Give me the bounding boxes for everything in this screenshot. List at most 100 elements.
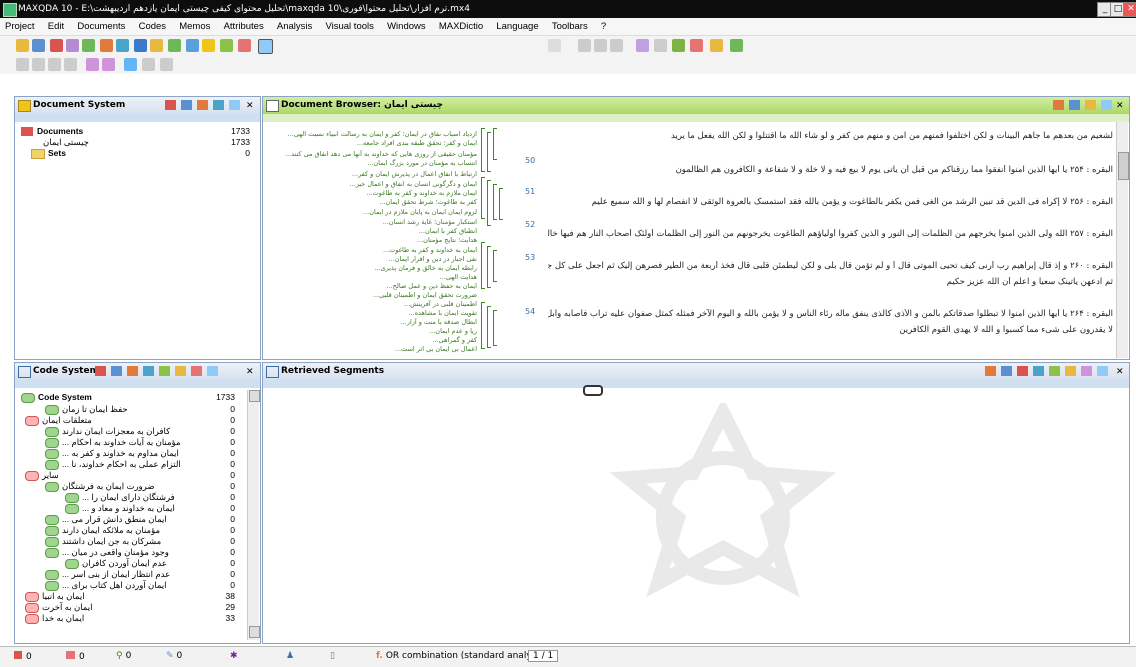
code-label[interactable]: اعمال بی ایمان بی اثر است... (267, 345, 477, 353)
document-text-line[interactable]: البقره : ۲۵۷ الله ولی الذین آمنوا یخرجهم… (548, 229, 1113, 239)
code-item[interactable]: مشرکان به جن ایمان داشتند (45, 536, 161, 547)
documents-root[interactable]: Documents (21, 126, 83, 136)
code-item[interactable]: ایمان به خدا (25, 613, 84, 624)
save-icon[interactable] (32, 39, 45, 52)
rs-tool-6-icon[interactable] (1065, 366, 1076, 376)
code-label[interactable]: ضرورت تحقق ایمان و اطمینان قلبی... (267, 291, 477, 299)
code-item[interactable]: مؤمنان به ملائکه ایمان دارند (45, 525, 160, 536)
tool-6-icon[interactable] (102, 58, 115, 71)
tool-7-icon[interactable] (124, 58, 137, 71)
function-icon[interactable] (150, 39, 163, 52)
code-item[interactable]: ایمان به انبیا (25, 591, 85, 602)
tool-3-icon[interactable] (48, 58, 61, 71)
code-label[interactable]: ابطال صدقه با منت و آزار... (267, 318, 477, 326)
document-text-line[interactable]: لشعیم من بعدهم ما جاهم البینات و لکن اخت… (548, 131, 1113, 141)
menu-memos[interactable]: Memos (174, 18, 215, 35)
tool-2-icon[interactable] (32, 58, 45, 71)
rs-tool-2-icon[interactable] (1001, 366, 1012, 376)
tool-e-icon[interactable] (672, 39, 685, 52)
tool-icon[interactable] (66, 39, 79, 52)
edit-icon[interactable] (1069, 100, 1080, 110)
code-label[interactable]: انتساب به مؤمنان در مورد بزرگ ایمان... (267, 159, 477, 167)
code-label[interactable]: تقویت ایمان با مشاهده... (267, 309, 477, 317)
code-label[interactable]: ایمان و کفر؛ تحقق طبقه بندی افراد جامعه.… (267, 139, 477, 147)
tool-h-icon[interactable] (730, 39, 743, 52)
tool-5-icon[interactable] (86, 58, 99, 71)
code-bracket[interactable] (487, 306, 491, 348)
menu-help[interactable]: ? (596, 18, 611, 35)
code-label[interactable]: ریا و عدم ایمان... (267, 327, 477, 335)
code-label[interactable]: ایمان ملازم به خداوند و کفر به طاغوت... (267, 189, 477, 197)
code-bracket[interactable] (493, 310, 497, 346)
grid-icon[interactable] (186, 39, 199, 52)
code-label[interactable]: استکبار مؤمنان؛ غایة رشد انسان... (267, 218, 477, 226)
code-label[interactable]: نفی اجبار در دین و اقرار ایمان... (267, 255, 477, 263)
code-bracket[interactable] (487, 132, 491, 172)
code-tool-5-icon[interactable] (191, 366, 202, 376)
pane-close-icon[interactable]: ✕ (246, 98, 254, 115)
document-text-line[interactable]: البقره : ۲۵۶ لا إکراه فی الدین قد تبین ا… (548, 197, 1113, 207)
code-label[interactable]: ایمان به حفظ دین و عمل صالح... (267, 282, 477, 290)
print-icon[interactable] (1053, 100, 1064, 110)
code-tool-3-icon[interactable] (159, 366, 170, 376)
tool-f-icon[interactable] (690, 39, 703, 52)
doc-icon[interactable] (220, 39, 233, 52)
tool-1-icon[interactable] (16, 58, 29, 71)
export-icon[interactable] (1085, 100, 1096, 110)
code-bracket[interactable] (493, 184, 497, 220)
document-text-line[interactable]: البقره : ۲۶۰ و إذ قال إبراهیم رب أرنی کی… (548, 261, 1113, 271)
code-label[interactable]: ایمان به خداوند و کفر به طاغوت... (267, 246, 477, 254)
code-label[interactable]: انطباق کفر با ایمان... (267, 227, 477, 235)
delete-icon[interactable] (50, 39, 63, 52)
menu-edit[interactable]: Edit (43, 18, 69, 35)
code-label[interactable]: اطمینان قلبی در آفرینش... (267, 300, 477, 308)
code-item[interactable]: ... عدم انتظار ایمان از بنی اسر (45, 569, 170, 580)
activation-icon[interactable]: ✱ (230, 651, 238, 661)
code-item[interactable]: سایر (25, 470, 59, 481)
code-label[interactable]: کفر و گمراهی... (267, 336, 477, 344)
menu-documents[interactable]: Documents (72, 18, 130, 35)
code-bracket[interactable] (493, 250, 497, 282)
scroll-up-button[interactable] (249, 390, 260, 402)
menu-codes[interactable]: Codes (134, 18, 171, 35)
document-text-line[interactable]: لا یقدرون علی شیء مما کسبوا و الله لا یه… (548, 325, 1113, 335)
rs-search-icon[interactable] (1097, 366, 1108, 376)
code-label[interactable]: مؤمنان حقیقی از روزی هایی که خداوند به آ… (267, 150, 477, 158)
code-system-scrollbar[interactable] (247, 390, 260, 640)
delete-code-icon[interactable] (95, 366, 106, 376)
attributes-icon[interactable] (134, 39, 147, 52)
menu-analysis[interactable]: Analysis (272, 18, 317, 35)
code-label[interactable]: رابطه ایمان به خالق و فرمان پذیری... (267, 264, 477, 272)
code-tool-1-icon[interactable] (127, 366, 138, 376)
document-text-line[interactable]: البقره : ۲۵۴ یا أیها الذین آمنوا أنفقوا … (548, 165, 1113, 175)
document-item[interactable]: چیستی ایمان (43, 137, 89, 147)
rs-tool-4-icon[interactable] (1033, 366, 1044, 376)
tool-c-icon[interactable] (610, 39, 623, 52)
document-text-line[interactable]: البقره : ۲۶۴ یا أیها الذین آمنوا لا تبطل… (548, 309, 1113, 319)
code-bracket[interactable] (487, 246, 491, 288)
menu-attributes[interactable]: Attributes (219, 18, 269, 35)
close-button[interactable]: ✕ (1123, 2, 1136, 17)
code-item[interactable]: ضرورت ایمان به فرشتگان (45, 481, 155, 492)
document-text-line[interactable]: ثم ادعهن یأتینک سعیا و اعلم أن الله عزیز… (548, 277, 1113, 287)
new-doc-icon[interactable] (181, 100, 192, 110)
tool-8-icon[interactable] (142, 58, 155, 71)
code-item[interactable]: ... ایمان مداوم به خداوند و کفر به (45, 448, 179, 459)
code-label[interactable]: ازدیاد اسباب نفاق در ایمان؛ کفر و ایمان … (267, 130, 477, 138)
tool-b-icon[interactable] (594, 39, 607, 52)
text-icon[interactable] (258, 39, 273, 54)
open-project-icon[interactable] (16, 39, 29, 52)
import-icon[interactable] (197, 100, 208, 110)
code-item[interactable]: ... ایمان به خداوند و معاد و (65, 503, 175, 514)
code-label[interactable]: لزوم ایمان ایمان به پایان ملازم در ایمان… (267, 208, 477, 216)
code-bracket[interactable] (481, 302, 485, 349)
code-label[interactable]: کفر به طاغوت؛ شرط تحقق ایمان... (267, 198, 477, 206)
code-dropdown-icon[interactable] (548, 39, 561, 52)
new-code-icon[interactable] (111, 366, 122, 376)
code-tool-4-icon[interactable] (175, 366, 186, 376)
tool-a-icon[interactable] (578, 39, 591, 52)
sigma-icon[interactable] (636, 39, 649, 52)
code-bracket[interactable] (487, 180, 491, 226)
table-icon[interactable] (116, 39, 129, 52)
search-doc-icon[interactable] (229, 100, 240, 110)
